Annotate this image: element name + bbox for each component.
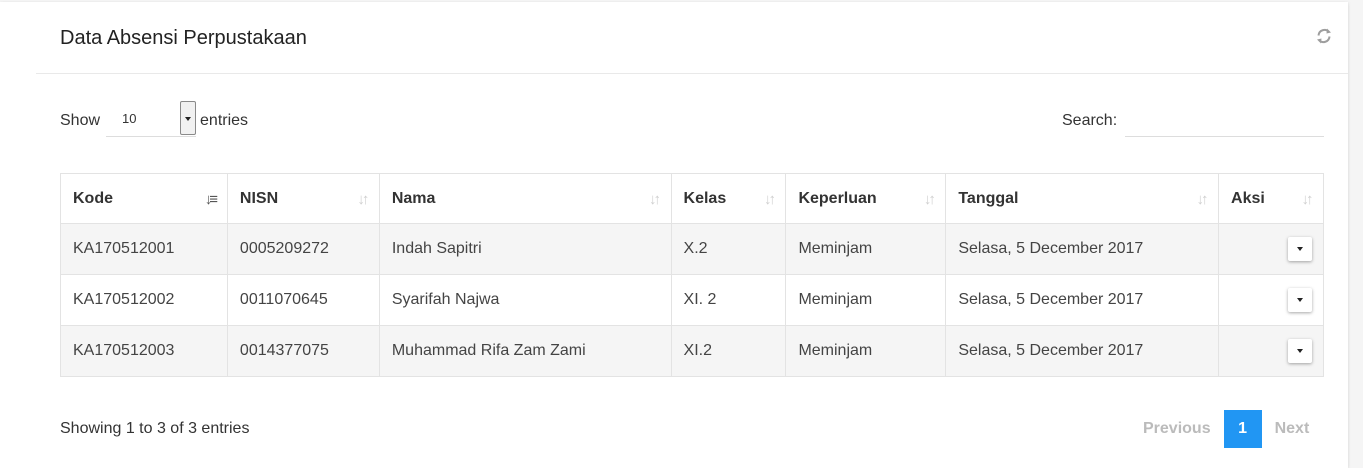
- panel-title: Data Absensi Perpustakaan: [60, 27, 307, 49]
- row-action-dropdown-button[interactable]: [1288, 237, 1312, 261]
- column-header-label: Kode: [73, 189, 113, 207]
- sort-icon: ↓↑: [1196, 191, 1209, 208]
- sort-ascending-icon: ↓≡: [204, 191, 218, 208]
- cell-aksi: [1218, 325, 1324, 377]
- search-label: Search:: [1062, 112, 1118, 129]
- row-action-dropdown-button[interactable]: [1288, 288, 1312, 312]
- cell-kode: KA170512002: [60, 274, 228, 326]
- cell-tanggal: Selasa, 5 December 2017: [945, 325, 1220, 377]
- cell-keperluan: Meminjam: [785, 223, 947, 275]
- table-row: KA170512001 0005209272 Indah Sapitri X.2…: [60, 223, 1324, 275]
- entries-label: entries: [200, 112, 249, 129]
- refresh-icon[interactable]: [1314, 26, 1334, 46]
- column-header-label: Aksi: [1231, 189, 1265, 207]
- cell-nama: Syarifah Najwa: [379, 274, 672, 326]
- entries-select-value: 10: [122, 111, 137, 126]
- cell-nisn: 0014377075: [227, 325, 380, 377]
- cell-tanggal: Selasa, 5 December 2017: [945, 274, 1220, 326]
- column-header-label: Keperluan: [798, 189, 877, 207]
- search-input[interactable]: [1125, 105, 1325, 137]
- column-header-kode[interactable]: Kode ↓≡: [60, 173, 228, 224]
- cell-nisn: 0011070645: [227, 274, 380, 326]
- entries-select[interactable]: 10: [106, 101, 197, 137]
- chevron-down-icon[interactable]: [180, 101, 197, 135]
- cell-kode: KA170512003: [60, 325, 228, 377]
- pagination: Previous 1 Next: [1130, 410, 1322, 448]
- attendance-panel: Data Absensi Perpustakaan Show 10 entrie…: [0, 2, 1348, 468]
- entries-length-control: Show 10 entries: [60, 101, 249, 137]
- cell-nama: Indah Sapitri: [379, 223, 672, 275]
- previous-page-button[interactable]: Previous: [1130, 410, 1224, 448]
- cell-tanggal: Selasa, 5 December 2017: [945, 223, 1220, 275]
- column-header-nama[interactable]: Nama ↓↑: [379, 173, 672, 224]
- search-control: Search:: [1062, 105, 1325, 137]
- cell-nama: Muhammad Rifa Zam Zami: [379, 325, 672, 377]
- table-header-row: Kode ↓≡ NISN ↓↑ Nama ↓↑ Kelas ↓↑ Keperlu…: [60, 173, 1324, 224]
- column-header-label: Nama: [391, 189, 436, 207]
- column-header-label: Kelas: [683, 189, 727, 207]
- sort-icon: ↓↑: [763, 191, 776, 208]
- cell-kelas: XI.2: [671, 325, 787, 377]
- sort-icon: ↓↑: [357, 191, 369, 208]
- sort-icon: ↓↑: [649, 191, 661, 208]
- cell-kelas: X.2: [671, 223, 787, 275]
- cell-nisn: 0005209272: [227, 223, 380, 275]
- cell-keperluan: Meminjam: [785, 325, 947, 377]
- sort-icon: ↓↑: [1301, 191, 1314, 208]
- panel-header: Data Absensi Perpustakaan: [36, 2, 1348, 74]
- table-row: KA170512002 0011070645 Syarifah Najwa XI…: [60, 274, 1324, 326]
- next-page-button[interactable]: Next: [1262, 410, 1323, 448]
- table-row: KA170512003 0014377075 Muhammad Rifa Zam…: [60, 325, 1324, 377]
- cell-keperluan: Meminjam: [785, 274, 947, 326]
- table-info: Showing 1 to 3 of 3 entries: [60, 420, 250, 437]
- column-header-nisn[interactable]: NISN ↓↑: [227, 173, 380, 224]
- cell-aksi: [1218, 274, 1324, 326]
- column-header-aksi[interactable]: Aksi ↓↑: [1218, 173, 1324, 224]
- page-1-button[interactable]: 1: [1223, 410, 1262, 448]
- column-header-label: Tanggal: [958, 189, 1019, 207]
- attendance-table: Kode ↓≡ NISN ↓↑ Nama ↓↑ Kelas ↓↑ Keperlu…: [60, 173, 1324, 377]
- cell-kelas: XI. 2: [671, 274, 787, 326]
- column-header-label: NISN: [239, 189, 279, 207]
- row-action-dropdown-button[interactable]: [1288, 339, 1312, 363]
- column-header-keperluan[interactable]: Keperluan ↓↑: [785, 173, 947, 224]
- column-header-tanggal[interactable]: Tanggal ↓↑: [945, 173, 1220, 224]
- column-header-kelas[interactable]: Kelas ↓↑: [671, 173, 787, 224]
- cell-kode: KA170512001: [60, 223, 228, 275]
- sort-icon: ↓↑: [923, 191, 936, 208]
- show-label: Show: [60, 112, 101, 129]
- cell-aksi: [1218, 223, 1324, 275]
